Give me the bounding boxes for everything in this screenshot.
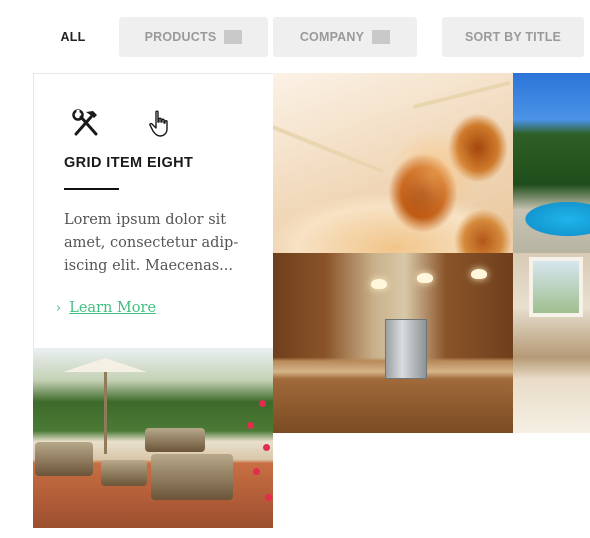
flower-dot [259, 400, 266, 407]
pendant-lamp [371, 279, 387, 289]
filter-products-count-box [224, 30, 243, 44]
pendant-lamp [417, 273, 433, 283]
living-room-photo[interactable] [513, 253, 590, 433]
skewer-stick [273, 125, 385, 174]
patio-sofa [151, 454, 233, 500]
filter-company-button[interactable]: COMPANY [273, 17, 417, 57]
filter-all-label: ALL [60, 30, 86, 44]
learn-more-link[interactable]: › Learn More [56, 300, 156, 316]
flower-dot [247, 422, 254, 429]
hand-pointer-icon [149, 110, 168, 137]
flower-dot [263, 444, 270, 451]
filter-products-button[interactable]: PRODUCTS [119, 17, 268, 57]
grid-item-card[interactable]: GRID ITEM EIGHT Lorem ipsum dolor sit am… [33, 73, 273, 348]
flower-dot [253, 468, 260, 475]
skewer-stick [413, 80, 511, 109]
chevron-right-icon: › [56, 301, 62, 316]
card-title: GRID ITEM EIGHT [64, 155, 194, 171]
patio-sofa [145, 428, 205, 452]
card-description: Lorem ipsum dolor sit amet, consectetur … [64, 212, 239, 274]
patio-sofa [35, 442, 93, 476]
pool-photo[interactable] [513, 73, 590, 253]
title-divider [64, 188, 119, 190]
fridge-shape [385, 319, 427, 379]
filter-company-label: COMPANY [299, 30, 365, 44]
sort-by-title-label: SORT BY TITLE [464, 30, 562, 44]
window-shape [529, 257, 583, 317]
flower-dot [265, 494, 272, 501]
umbrella-pole [104, 372, 107, 454]
patio-photo[interactable] [33, 348, 273, 528]
filter-all-button[interactable]: ALL [44, 17, 102, 57]
learn-more-label: Learn More [69, 300, 157, 316]
caramel-apple-photo[interactable] [273, 73, 513, 253]
filter-products-label: PRODUCTS [144, 30, 217, 44]
pendant-lamp [471, 269, 487, 279]
patio-table [101, 460, 147, 486]
kitchen-photo[interactable] [273, 253, 513, 433]
tools-icon [72, 109, 98, 136]
filter-company-count-box [372, 30, 391, 44]
sort-by-title-button[interactable]: SORT BY TITLE [442, 17, 584, 57]
filter-bar: ALL PRODUCTS COMPANY SORT BY TITLE [0, 0, 590, 74]
umbrella-shape [63, 358, 147, 372]
